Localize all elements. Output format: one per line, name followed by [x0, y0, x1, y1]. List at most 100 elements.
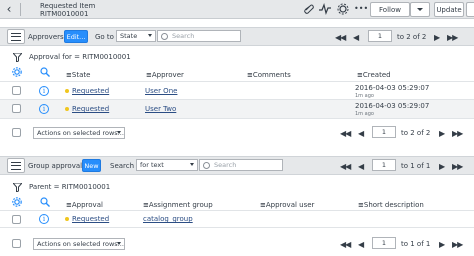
first-page-icon[interactable]: ◀◀	[340, 240, 351, 249]
created-cell: 2016-04-03 05:29:07	[355, 102, 430, 110]
last-page-icon[interactable]: ▶▶	[452, 240, 463, 249]
column-header-assignment-group[interactable]: Assignment group	[143, 201, 213, 209]
first-page-icon[interactable]: ◀◀	[340, 162, 351, 171]
breadcrumb[interactable]: Parent = RITM0010001	[29, 183, 110, 191]
info-icon[interactable]: i	[39, 104, 49, 114]
personalize-list-gear-icon[interactable]	[12, 197, 22, 207]
search-placeholder: Search	[172, 32, 195, 40]
first-page-icon[interactable]: ◀◀	[335, 33, 346, 42]
next-page-icon[interactable]: ▶	[439, 129, 445, 138]
info-icon[interactable]: i	[39, 214, 49, 224]
column-header-short-description[interactable]: Short description	[358, 201, 424, 209]
gear-icon[interactable]	[337, 3, 349, 15]
approval-link[interactable]: Requested	[72, 215, 109, 223]
created-cell: 2016-04-03 05:29:07	[355, 84, 430, 92]
hamburger-icon	[11, 32, 21, 41]
actions-select[interactable]: Actions on selected rows...	[33, 127, 125, 139]
record-number: RITM0010001	[40, 10, 89, 18]
page-range-text: to 1 of 1	[401, 240, 431, 248]
form-title: Requested Item	[40, 2, 96, 10]
update-button[interactable]: Update	[434, 2, 464, 17]
last-page-icon[interactable]: ▶▶	[452, 162, 463, 171]
search-field-select[interactable]: for text	[136, 159, 198, 171]
select-all-checkbox[interactable]	[12, 128, 21, 137]
next-page-icon[interactable]: ▶	[434, 33, 440, 42]
column-header-approval-user[interactable]: Approval user	[260, 201, 315, 209]
goto-field-select[interactable]: State	[116, 30, 156, 42]
state-dot-icon	[65, 107, 69, 111]
divider	[0, 227, 474, 228]
page-number-input[interactable]: 1	[372, 126, 396, 138]
prev-page-icon[interactable]: ◀	[358, 240, 364, 249]
filter-icon[interactable]	[11, 52, 24, 63]
goto-label: Go to	[95, 33, 114, 41]
personalize-list-gear-icon[interactable]	[12, 67, 22, 77]
follow-button[interactable]: Follow	[370, 2, 410, 17]
column-header-state[interactable]: State	[66, 71, 91, 79]
page-range-text: to 2 of 2	[401, 129, 431, 137]
group-search-input[interactable]: Search	[199, 159, 283, 171]
state-link[interactable]: Requested	[72, 105, 109, 113]
actions-select-value: Actions on selected rows...	[37, 129, 124, 137]
column-header-approver[interactable]: Approver	[146, 71, 184, 79]
caret-down-icon	[117, 131, 121, 134]
prev-page-icon[interactable]: ◀	[358, 162, 364, 171]
assignment-group-link[interactable]: catalog_group	[143, 215, 193, 223]
last-page-icon[interactable]: ▶▶	[452, 129, 463, 138]
column-header-approval[interactable]: Approval	[66, 201, 103, 209]
state-dot-icon	[65, 89, 69, 93]
approvers-search-input[interactable]: Search	[157, 30, 241, 42]
follow-dropdown-button[interactable]	[410, 2, 430, 17]
new-button[interactable]: New	[82, 159, 101, 172]
group-approvals-tab[interactable]: Group approvals	[28, 162, 86, 170]
prev-page-icon[interactable]: ◀	[353, 33, 359, 42]
actions-select[interactable]: Actions on selected rows...	[33, 238, 125, 250]
select-all-checkbox[interactable]	[12, 239, 21, 248]
last-page-icon[interactable]: ▶▶	[447, 33, 458, 42]
created-ago: 1m ago	[355, 111, 374, 117]
search-placeholder: Search	[214, 161, 237, 169]
column-header-comments[interactable]: Comments	[247, 71, 291, 79]
edit-button[interactable]: Edit...	[64, 30, 88, 43]
activity-stream-icon[interactable]	[319, 3, 331, 15]
hamburger-icon	[11, 161, 21, 170]
page-number-input[interactable]: 1	[372, 159, 396, 171]
list-menu-button[interactable]	[7, 158, 25, 173]
caret-down-icon	[190, 163, 194, 166]
search-label: Search	[110, 162, 135, 170]
first-page-icon[interactable]: ◀◀	[340, 129, 351, 138]
actions-select-value: Actions on selected rows...	[37, 240, 124, 248]
filter-icon[interactable]	[11, 182, 24, 193]
row-checkbox[interactable]	[12, 86, 21, 95]
prev-page-icon[interactable]: ◀	[358, 129, 364, 138]
page-number-input[interactable]: 1	[372, 237, 396, 249]
goto-field-value: State	[120, 32, 138, 40]
row-checkbox[interactable]	[12, 215, 21, 224]
row-checkbox[interactable]	[12, 104, 21, 113]
approver-link[interactable]: User Two	[145, 105, 176, 113]
caret-down-icon	[148, 34, 152, 37]
caret-down-icon	[417, 8, 423, 11]
caret-down-icon	[117, 242, 121, 245]
divider	[20, 3, 21, 16]
page-range-text: to 1 of 1	[401, 162, 431, 170]
breadcrumb[interactable]: Approval for = RITM0010001	[29, 53, 131, 61]
search-icon[interactable]	[40, 197, 50, 207]
approvers-tab[interactable]: Approvers	[28, 33, 64, 41]
next-page-icon[interactable]: ▶	[439, 162, 445, 171]
state-link[interactable]: Requested	[72, 87, 109, 95]
search-field-value: for text	[140, 161, 164, 169]
search-icon[interactable]	[40, 67, 50, 77]
more-actions-button[interactable]	[466, 2, 474, 17]
page-number-input[interactable]: 1	[368, 30, 392, 42]
approver-link[interactable]: User One	[145, 87, 177, 95]
back-button[interactable]: ‹	[2, 2, 16, 16]
page-range-text: to 2 of 2	[397, 33, 427, 41]
state-dot-icon	[65, 217, 69, 221]
next-page-icon[interactable]: ▶	[439, 240, 445, 249]
info-icon[interactable]: i	[39, 86, 49, 96]
attachment-icon[interactable]	[304, 4, 314, 14]
list-menu-button[interactable]	[7, 29, 25, 44]
column-header-created[interactable]: Created	[357, 71, 391, 79]
more-options-icon[interactable]: •••	[354, 4, 368, 13]
